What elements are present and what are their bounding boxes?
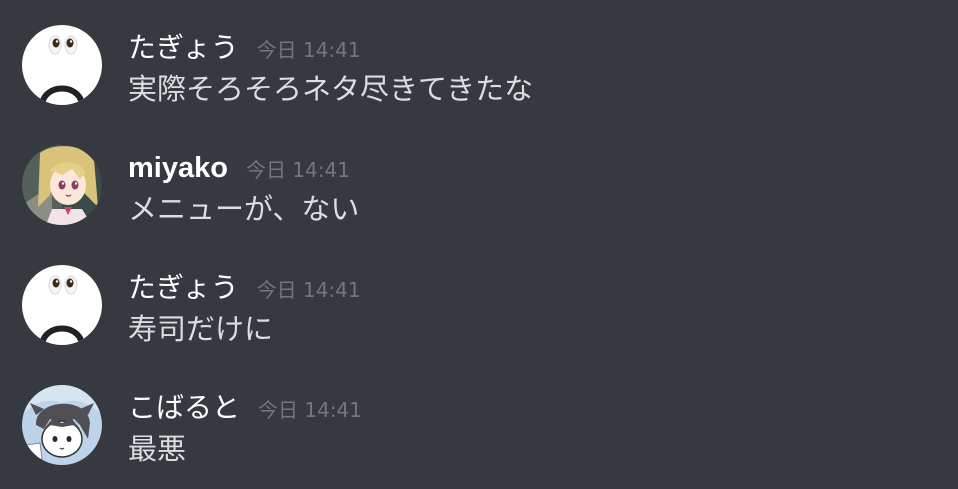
chat-message: たぎょう 今日 14:41 寿司だけに: [0, 265, 958, 365]
message-text: メニューが、ない: [128, 192, 360, 226]
gray-hair-boy-avatar-icon: [22, 385, 102, 465]
username[interactable]: たぎょう: [128, 271, 239, 305]
message-timestamp: 今日 14:41: [256, 278, 361, 302]
anime-girl-avatar-icon: [22, 145, 102, 225]
username[interactable]: たぎょう: [128, 31, 239, 65]
chat-message: miyako 今日 14:41 メニューが、ない: [0, 145, 958, 245]
user-avatar[interactable]: [22, 25, 102, 105]
user-avatar[interactable]: [22, 265, 102, 345]
message-text: 寿司だけに: [128, 312, 274, 346]
chat-message: たぎょう 今日 14:41 実際そろそろネタ尽きてきたな: [0, 25, 958, 125]
message-timestamp: 今日 14:41: [245, 158, 350, 182]
white-face-avatar-icon: [22, 25, 102, 105]
chat-message: こばると 今日 14:41 最悪: [0, 385, 958, 485]
username[interactable]: miyako: [128, 151, 228, 185]
message-text: 最悪: [128, 432, 187, 466]
white-face-avatar-icon: [22, 265, 102, 345]
message-timestamp: 今日 14:41: [258, 398, 363, 422]
message-text: 実際そろそろネタ尽きてきたな: [128, 72, 534, 106]
message-timestamp: 今日 14:41: [256, 38, 361, 62]
username[interactable]: こばると: [128, 391, 240, 425]
user-avatar[interactable]: [22, 385, 102, 465]
user-avatar[interactable]: [22, 145, 102, 225]
chat-message-list: たぎょう 今日 14:41 実際そろそろネタ尽きてきたな miyako 今日 1…: [0, 0, 958, 489]
